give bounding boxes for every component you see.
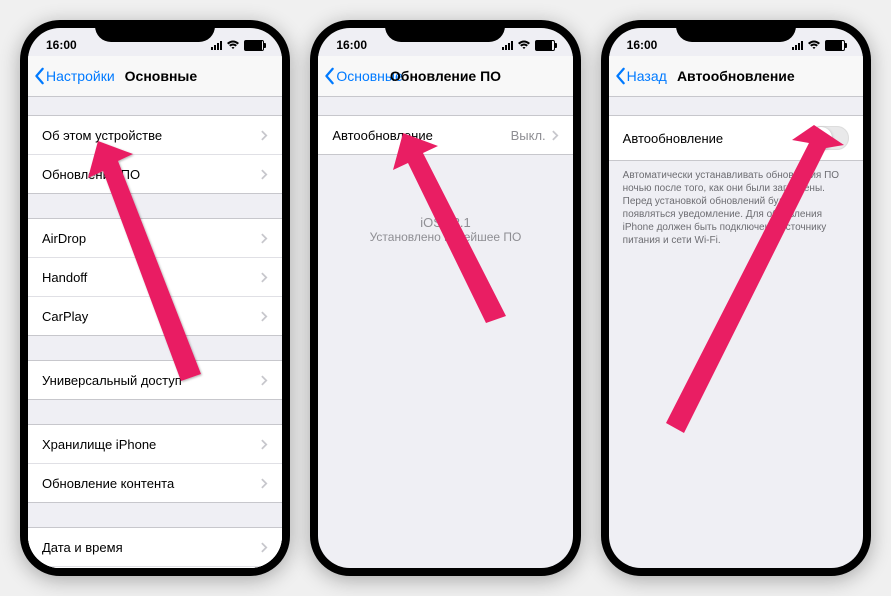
settings-group: AirDrop Handoff CarPlay [28,218,282,336]
chevron-left-icon [615,67,627,85]
status-indicators [211,40,264,51]
row-label: Обновление ПО [42,167,140,182]
notch [676,20,796,42]
chevron-right-icon [261,233,268,244]
chevron-left-icon [34,67,46,85]
row-auto-update[interactable]: Автообновление Выкл. [318,116,572,154]
row-label: Универсальный доступ [42,373,182,388]
settings-group: Хранилище iPhone Обновление контента [28,424,282,503]
chevron-right-icon [261,130,268,141]
row-storage[interactable]: Хранилище iPhone [28,425,282,464]
row-background-refresh[interactable]: Обновление контента [28,464,282,502]
chevron-right-icon [261,272,268,283]
update-message: Установлено новейшее ПО [338,230,552,244]
row-label: Автообновление [332,128,433,143]
battery-icon [535,40,555,51]
screen: 16:00 Назад Автообновление Автообновлени… [609,28,863,568]
settings-group: Автообновление Выкл. [318,115,572,155]
chevron-left-icon [324,67,336,85]
nav-bar: Настройки Основные [28,56,282,97]
nav-title: Обновление ПО [390,68,501,84]
row-handoff[interactable]: Handoff [28,258,282,297]
signal-icon [502,40,513,50]
phone-mockup: 16:00 Настройки Основные Об этом устройс… [20,20,290,576]
chevron-right-icon [261,311,268,322]
screen: 16:00 Настройки Основные Об этом устройс… [28,28,282,568]
status-time: 16:00 [46,38,77,52]
status-indicators [502,40,555,51]
back-label: Настройки [46,68,115,84]
update-status: iOS 12.1 Установлено новейшее ПО [318,155,572,304]
status-time: 16:00 [336,38,367,52]
chevron-right-icon [261,439,268,450]
row-auto-update-toggle[interactable]: Автообновление [609,116,863,160]
row-label: AirDrop [42,231,86,246]
row-airdrop[interactable]: AirDrop [28,219,282,258]
row-software-update[interactable]: Обновление ПО [28,155,282,193]
settings-group: Об этом устройстве Обновление ПО [28,115,282,194]
chevron-right-icon [261,375,268,386]
row-label: Дата и время [42,540,123,555]
row-label: Обновление контента [42,476,174,491]
row-label: Хранилище iPhone [42,437,156,452]
row-about[interactable]: Об этом устройстве [28,116,282,155]
row-label: Handoff [42,270,87,285]
row-date-time[interactable]: Дата и время [28,528,282,567]
wifi-icon [517,40,531,50]
nav-bar: Основные Обновление ПО [318,56,572,97]
back-label: Назад [627,68,667,84]
content-area[interactable]: Автообновление Автоматически устанавлива… [609,115,863,255]
content-area[interactable]: Автообновление Выкл. iOS 12.1 Установлен… [318,115,572,304]
row-label: CarPlay [42,309,88,324]
battery-icon [825,40,845,51]
battery-icon [244,40,264,51]
settings-group: Универсальный доступ [28,360,282,400]
chevron-right-icon [261,169,268,180]
phone-mockup: 16:00 Основные Обновление ПО Автообновле… [310,20,580,576]
row-label: Автообновление [623,131,724,146]
status-time: 16:00 [627,38,658,52]
phone-mockup: 16:00 Назад Автообновление Автообновлени… [601,20,871,576]
footer-description: Автоматически устанавливать обновления П… [609,161,863,255]
screen: 16:00 Основные Обновление ПО Автообновле… [318,28,572,568]
wifi-icon [807,40,821,50]
row-accessibility[interactable]: Универсальный доступ [28,361,282,399]
wifi-icon [226,40,240,50]
ios-version: iOS 12.1 [338,215,552,230]
row-keyboard[interactable]: Клавиатура [28,567,282,568]
settings-group: Дата и время Клавиатура Язык и регион Сл… [28,527,282,568]
content-area[interactable]: Об этом устройстве Обновление ПО AirDrop… [28,115,282,568]
nav-title: Автообновление [677,68,795,84]
signal-icon [792,40,803,50]
row-value: Выкл. [511,128,546,143]
row-carplay[interactable]: CarPlay [28,297,282,335]
notch [95,20,215,42]
toggle-switch[interactable] [809,126,849,150]
nav-bar: Назад Автообновление [609,56,863,97]
back-button[interactable]: Назад [609,67,667,85]
row-label: Об этом устройстве [42,128,162,143]
signal-icon [211,40,222,50]
chevron-right-icon [261,478,268,489]
settings-group: Автообновление [609,115,863,161]
chevron-right-icon [552,130,559,141]
nav-title: Основные [125,68,283,84]
back-button[interactable]: Настройки [28,67,115,85]
status-indicators [792,40,845,51]
notch [385,20,505,42]
